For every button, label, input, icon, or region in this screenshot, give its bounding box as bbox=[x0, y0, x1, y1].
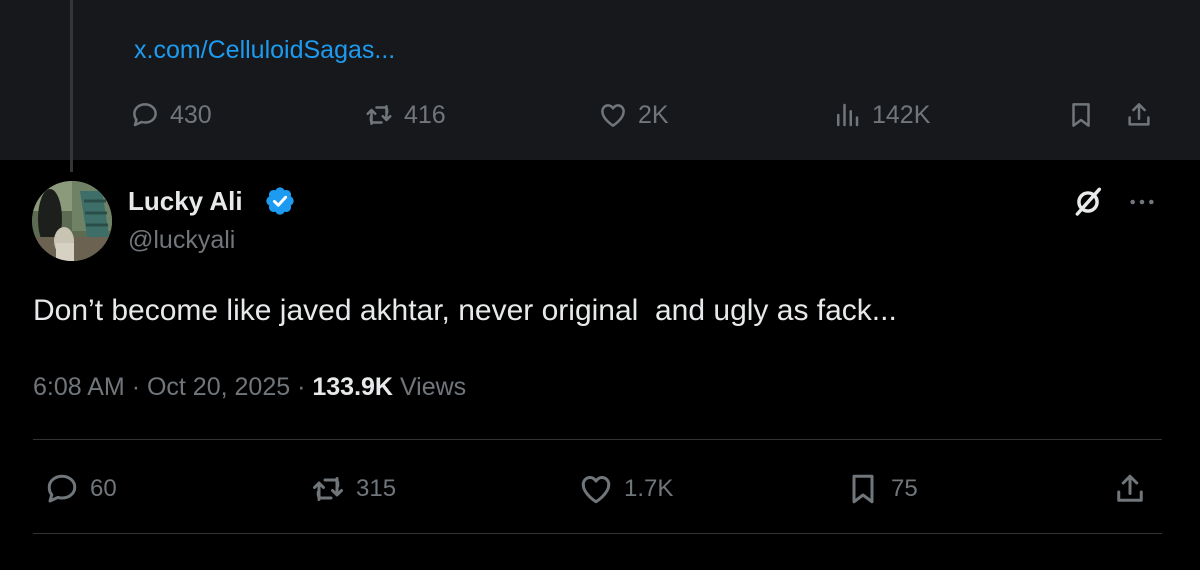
like-icon bbox=[581, 475, 611, 504]
thread-connector-line bbox=[70, 0, 73, 172]
tweet-text: Don’t become like javed akhtar, never or… bbox=[33, 294, 897, 327]
divider-bottom bbox=[33, 533, 1162, 534]
reply-icon bbox=[133, 103, 157, 127]
parent-repost-button[interactable]: 416 bbox=[364, 100, 446, 130]
display-name[interactable]: Lucky Ali bbox=[128, 186, 243, 217]
tweet-time[interactable]: 6:08 AM bbox=[33, 373, 125, 401]
bookmark-count: 75 bbox=[891, 475, 918, 502]
divider-top bbox=[33, 439, 1162, 440]
parent-views-count: 142K bbox=[872, 100, 931, 129]
more-icon[interactable] bbox=[1126, 186, 1158, 218]
user-handle[interactable]: @luckyali bbox=[128, 226, 235, 255]
parent-like-count: 2K bbox=[638, 100, 669, 129]
parent-share-button[interactable] bbox=[1124, 100, 1154, 130]
parent-tweet-link[interactable]: x.com/CelluloidSagas... bbox=[134, 36, 395, 65]
meta-separator: · bbox=[297, 373, 306, 401]
parent-like-button[interactable]: 2K bbox=[598, 100, 669, 130]
grok-icon[interactable] bbox=[1072, 186, 1104, 218]
views-label: Views bbox=[399, 373, 467, 401]
bookmark-button[interactable]: 75 bbox=[845, 471, 918, 507]
repost-button[interactable]: 315 bbox=[310, 471, 396, 507]
share-icon bbox=[1128, 103, 1150, 126]
repost-count: 315 bbox=[356, 475, 397, 502]
tweet-metadata: 6:08 AM · Oct 20, 2025 · 133.9K Views bbox=[33, 373, 466, 402]
reply-icon bbox=[47, 474, 77, 503]
reply-button[interactable]: 60 bbox=[44, 471, 117, 507]
parent-tweet[interactable] bbox=[0, 0, 1200, 160]
meta-separator: · bbox=[131, 373, 141, 401]
share-button[interactable] bbox=[1112, 471, 1148, 507]
like-icon bbox=[601, 104, 625, 127]
verified-icon bbox=[266, 187, 294, 215]
repost-icon bbox=[366, 105, 392, 125]
tweet-date[interactable]: Oct 20, 2025 bbox=[147, 373, 290, 401]
views-count: 133.9K bbox=[312, 373, 393, 401]
repost-icon bbox=[313, 477, 343, 501]
reply-count: 60 bbox=[90, 475, 117, 502]
parent-repost-count: 416 bbox=[404, 100, 446, 129]
parent-views-button[interactable]: 142K bbox=[832, 100, 930, 130]
share-icon bbox=[1117, 474, 1143, 502]
parent-reply-count: 430 bbox=[170, 100, 212, 129]
parent-bookmark-button[interactable] bbox=[1066, 100, 1096, 130]
views-icon bbox=[837, 103, 859, 127]
parent-reply-button[interactable]: 430 bbox=[130, 100, 212, 130]
bookmark-icon bbox=[1072, 103, 1090, 127]
bookmark-icon bbox=[852, 474, 874, 504]
avatar-image bbox=[32, 181, 112, 261]
like-button[interactable]: 1.7K bbox=[578, 471, 673, 507]
like-count: 1.7K bbox=[624, 475, 674, 502]
avatar[interactable] bbox=[32, 181, 112, 261]
